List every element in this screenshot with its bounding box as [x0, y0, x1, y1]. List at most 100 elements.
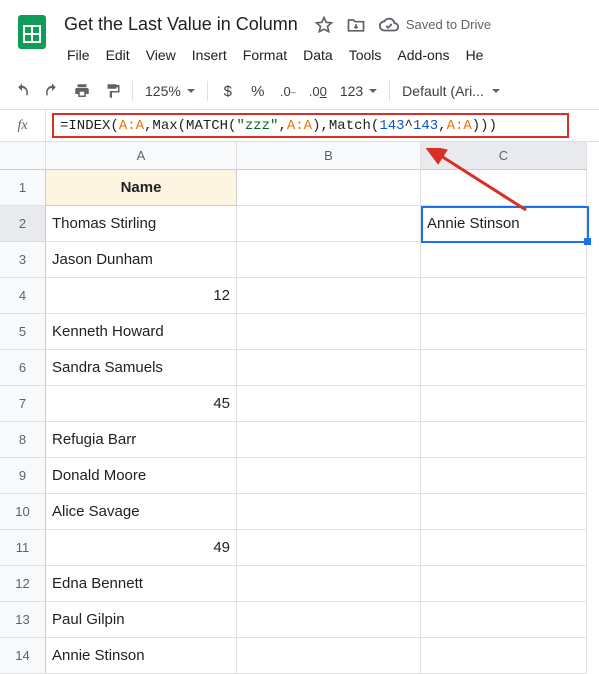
- cell[interactable]: [421, 242, 587, 278]
- row-header[interactable]: 1: [0, 170, 46, 206]
- chevron-down-icon: [492, 89, 500, 93]
- move-folder-icon[interactable]: [346, 15, 366, 35]
- cell[interactable]: Jason Dunham: [46, 242, 237, 278]
- doc-title[interactable]: Get the Last Value in Column: [60, 12, 302, 37]
- row-header[interactable]: 11: [0, 530, 46, 566]
- row-headers: 1234567891011121314: [0, 170, 46, 674]
- menu-item-file[interactable]: File: [60, 43, 97, 67]
- row-header[interactable]: 5: [0, 314, 46, 350]
- redo-icon[interactable]: [38, 77, 66, 105]
- font-select[interactable]: Default (Ari...: [396, 83, 506, 99]
- cell[interactable]: [237, 530, 421, 566]
- cell[interactable]: [421, 494, 587, 530]
- row-header[interactable]: 2: [0, 206, 46, 242]
- cell[interactable]: [421, 638, 587, 674]
- separator: [207, 81, 208, 101]
- cell[interactable]: [237, 638, 421, 674]
- undo-icon[interactable]: [8, 77, 36, 105]
- formula-input[interactable]: =INDEX(A:A,Max(MATCH("zzz",A:A),Match(14…: [52, 113, 569, 138]
- row-header[interactable]: 14: [0, 638, 46, 674]
- cell[interactable]: Name: [46, 170, 237, 206]
- header: Get the Last Value in Column Saved to Dr…: [0, 0, 599, 73]
- row-header[interactable]: 12: [0, 566, 46, 602]
- row-header[interactable]: 8: [0, 422, 46, 458]
- star-icon[interactable]: [314, 15, 334, 35]
- menu-item-insert[interactable]: Insert: [185, 43, 234, 67]
- cell[interactable]: [237, 170, 421, 206]
- row-header[interactable]: 10: [0, 494, 46, 530]
- menu-item-data[interactable]: Data: [296, 43, 340, 67]
- cell[interactable]: [421, 386, 587, 422]
- table-row: Jason Dunham: [46, 242, 587, 278]
- cell[interactable]: Annie Stinson: [421, 206, 587, 242]
- increase-decimal-icon[interactable]: .00: [304, 77, 332, 105]
- separator: [132, 81, 133, 101]
- table-row: 49: [46, 530, 587, 566]
- cell[interactable]: [421, 422, 587, 458]
- cell[interactable]: [237, 314, 421, 350]
- fx-icon[interactable]: fx: [0, 110, 46, 141]
- row-header[interactable]: 6: [0, 350, 46, 386]
- cell[interactable]: [237, 206, 421, 242]
- decrease-decimal-icon[interactable]: .0_: [274, 77, 302, 105]
- row-header[interactable]: 9: [0, 458, 46, 494]
- cell[interactable]: [237, 566, 421, 602]
- zoom-select[interactable]: 125%: [139, 83, 201, 99]
- number-format-select[interactable]: 123: [334, 83, 383, 99]
- cell[interactable]: Edna Bennett: [46, 566, 237, 602]
- menu-bar: FileEditViewInsertFormatDataToolsAdd-ons…: [60, 41, 591, 73]
- cell[interactable]: [237, 278, 421, 314]
- percent-icon[interactable]: %: [244, 77, 272, 105]
- sheets-logo-icon[interactable]: [12, 12, 52, 52]
- cell[interactable]: Kenneth Howard: [46, 314, 237, 350]
- table-row: Sandra Samuels: [46, 350, 587, 386]
- cell[interactable]: [421, 314, 587, 350]
- row-header[interactable]: 7: [0, 386, 46, 422]
- cell[interactable]: [421, 566, 587, 602]
- cell[interactable]: [421, 530, 587, 566]
- cell[interactable]: 12: [46, 278, 237, 314]
- menu-item-edit[interactable]: Edit: [99, 43, 137, 67]
- spreadsheet-grid: 1234567891011121314 ABC NameThomas Stirl…: [0, 142, 599, 674]
- chevron-down-icon: [187, 89, 195, 93]
- cell[interactable]: [237, 386, 421, 422]
- cell[interactable]: [421, 350, 587, 386]
- cell[interactable]: Annie Stinson: [46, 638, 237, 674]
- cloud-saved-icon[interactable]: Saved to Drive: [378, 14, 491, 36]
- menu-item-he[interactable]: He: [459, 43, 491, 67]
- column-header[interactable]: B: [237, 142, 421, 170]
- paint-format-icon[interactable]: [98, 77, 126, 105]
- cell[interactable]: [421, 458, 587, 494]
- select-all-corner[interactable]: [0, 142, 46, 170]
- menu-item-format[interactable]: Format: [236, 43, 294, 67]
- cell[interactable]: 45: [46, 386, 237, 422]
- cell[interactable]: 49: [46, 530, 237, 566]
- cell[interactable]: Alice Savage: [46, 494, 237, 530]
- cell[interactable]: [237, 422, 421, 458]
- cell[interactable]: [237, 242, 421, 278]
- row-header[interactable]: 13: [0, 602, 46, 638]
- cell[interactable]: [237, 602, 421, 638]
- cell[interactable]: Paul Gilpin: [46, 602, 237, 638]
- cell[interactable]: Donald Moore: [46, 458, 237, 494]
- menu-item-tools[interactable]: Tools: [342, 43, 389, 67]
- cell[interactable]: [237, 458, 421, 494]
- print-icon[interactable]: [68, 77, 96, 105]
- table-row: Donald Moore: [46, 458, 587, 494]
- column-headers: ABC: [46, 142, 587, 170]
- cell[interactable]: Refugia Barr: [46, 422, 237, 458]
- column-header[interactable]: A: [46, 142, 237, 170]
- cell[interactable]: [237, 350, 421, 386]
- row-header[interactable]: 3: [0, 242, 46, 278]
- cell[interactable]: Sandra Samuels: [46, 350, 237, 386]
- cell[interactable]: Thomas Stirling: [46, 206, 237, 242]
- row-header[interactable]: 4: [0, 278, 46, 314]
- currency-icon[interactable]: $: [214, 77, 242, 105]
- cell[interactable]: [421, 278, 587, 314]
- cell[interactable]: [421, 602, 587, 638]
- menu-item-add-ons[interactable]: Add-ons: [390, 43, 456, 67]
- cell[interactable]: [421, 170, 587, 206]
- cell[interactable]: [237, 494, 421, 530]
- column-header[interactable]: C: [421, 142, 587, 170]
- menu-item-view[interactable]: View: [139, 43, 183, 67]
